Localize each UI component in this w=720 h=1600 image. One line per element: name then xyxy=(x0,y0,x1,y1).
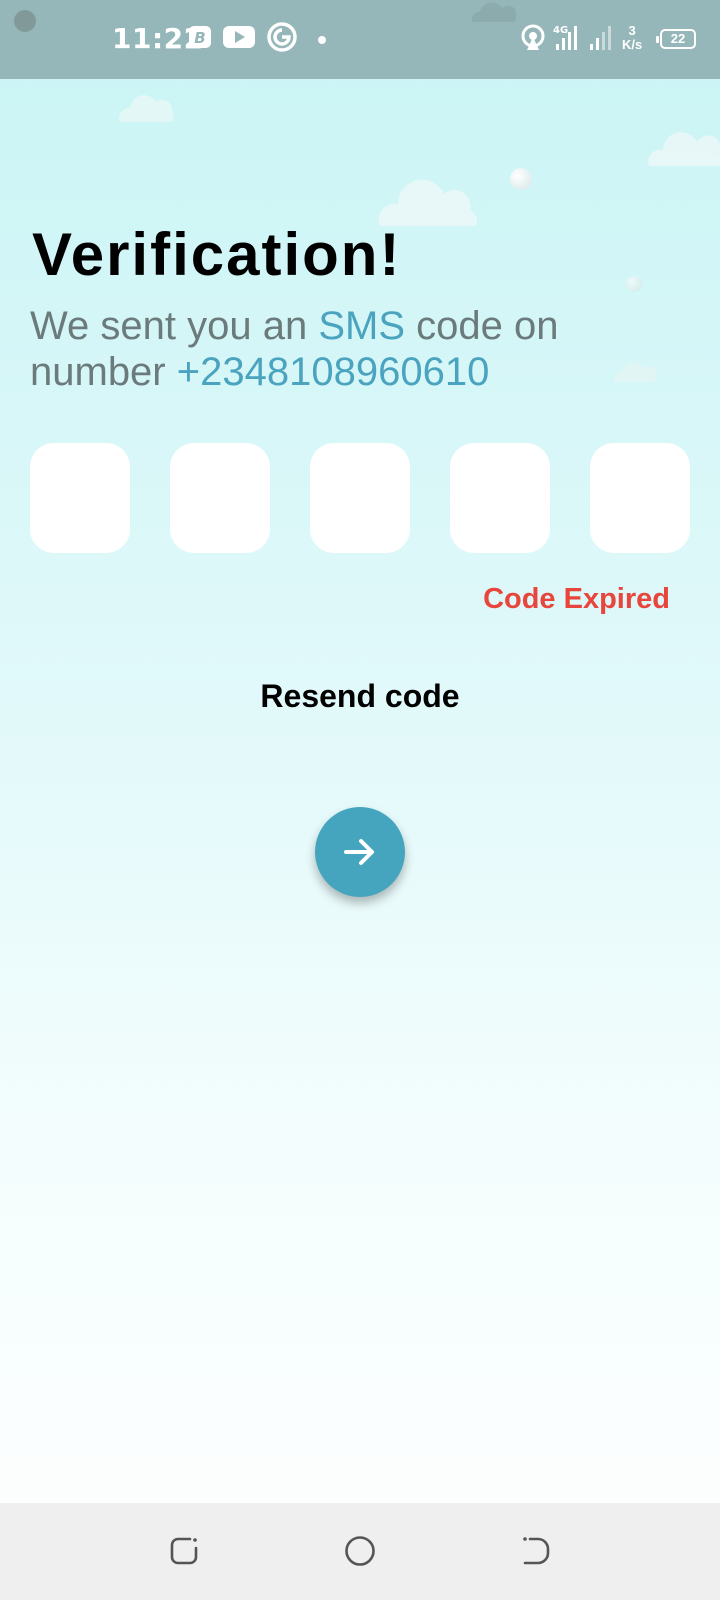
svg-text:B: B xyxy=(194,29,205,47)
g-app-icon xyxy=(266,22,298,58)
network-speed: 3 K/s xyxy=(622,23,643,52)
home-icon xyxy=(345,1536,375,1566)
otp-digit-1[interactable] xyxy=(30,443,130,553)
camera-cutout xyxy=(14,10,36,32)
otp-digit-2[interactable] xyxy=(170,443,270,553)
subtitle-text: We sent you an xyxy=(30,304,319,348)
battery-icon: 22 xyxy=(656,29,696,49)
otp-digit-4[interactable] xyxy=(450,443,550,553)
recent-apps-icon xyxy=(170,1537,198,1565)
home-button[interactable] xyxy=(344,1535,376,1572)
bubble-decoration xyxy=(510,168,532,190)
signal-icon xyxy=(588,24,618,57)
otp-code-inputs xyxy=(30,443,690,553)
system-nav-bar xyxy=(0,1503,720,1600)
signal-4g-icon: 4G xyxy=(552,24,586,57)
more-notifications-dot xyxy=(318,36,326,44)
status-bar: 11:22 B 4G 3 K/s 22 xyxy=(0,0,720,79)
sms-highlight: SMS xyxy=(318,304,406,348)
hotspot-icon xyxy=(520,24,546,57)
arrow-right-icon xyxy=(344,839,374,865)
recent-apps-button[interactable] xyxy=(168,1535,200,1572)
back-icon xyxy=(523,1537,550,1565)
resend-code-button[interactable]: Resend code xyxy=(0,678,720,715)
cloud-decoration xyxy=(119,95,174,122)
cloud-decoration xyxy=(648,132,720,166)
bubble-decoration xyxy=(626,276,642,292)
verification-subtitle: We sent you an SMS code on number +23481… xyxy=(30,303,670,395)
otp-digit-5[interactable] xyxy=(590,443,690,553)
back-button[interactable] xyxy=(520,1535,552,1572)
svg-text:4G: 4G xyxy=(553,25,568,36)
code-expired-status: Code Expired xyxy=(483,583,670,615)
page-title: Verification! xyxy=(32,221,402,288)
otp-digit-3[interactable] xyxy=(310,443,410,553)
phone-number: +2348108960610 xyxy=(176,350,490,394)
notification-b-icon: B xyxy=(188,24,212,55)
next-button[interactable] xyxy=(315,807,405,897)
youtube-icon xyxy=(222,24,256,55)
cloud-decoration xyxy=(471,2,516,22)
